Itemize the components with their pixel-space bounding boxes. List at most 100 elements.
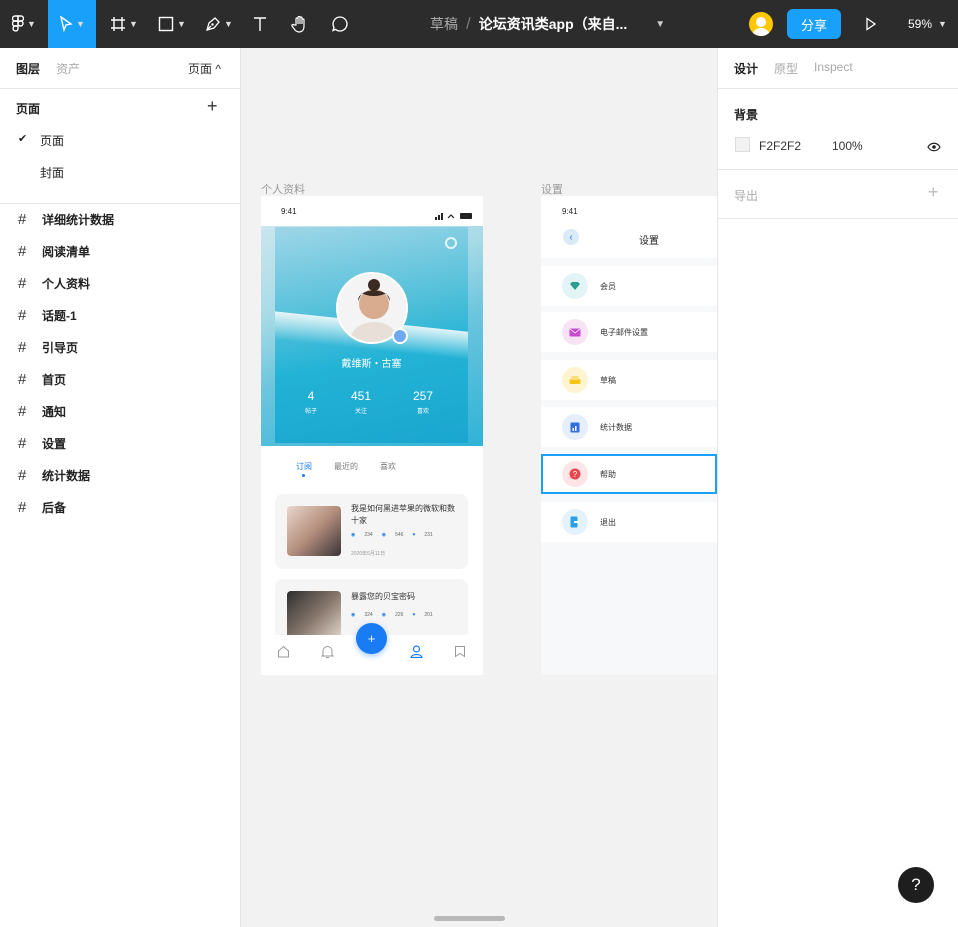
- layer-label: 引导页: [42, 340, 79, 355]
- main-menu-button[interactable]: ▼: [0, 0, 48, 48]
- frame-label-profile[interactable]: 个人资料: [261, 181, 305, 197]
- share-button[interactable]: 分享: [787, 9, 841, 39]
- shape-tool-button[interactable]: ▼: [152, 0, 192, 48]
- user-name: 戴维斯・古塞: [341, 359, 402, 370]
- stat-following[interactable]: 451 关注: [349, 389, 373, 415]
- comment-tool-button[interactable]: [326, 0, 354, 48]
- divider: [718, 169, 958, 170]
- layer-frame[interactable]: # 统计数据: [0, 459, 240, 491]
- settings-frame[interactable]: 9:41 ‹ 设置 会员 电子邮件设置 草稿 统计数据 ? 帮助 退出: [541, 196, 717, 675]
- shape-icon: [158, 16, 174, 32]
- hand-icon: [291, 15, 309, 33]
- settings-item-logout[interactable]: 退出: [541, 502, 717, 542]
- export-title: 导出: [734, 189, 759, 203]
- chevron-down-icon[interactable]: ▼: [655, 19, 665, 30]
- background-title: 背景: [734, 108, 759, 122]
- layer-label: 详细统计数据: [42, 212, 115, 227]
- help-button[interactable]: ?: [898, 867, 934, 903]
- settings-item-email[interactable]: 电子邮件设置: [541, 312, 717, 352]
- tab-design[interactable]: 设计: [734, 60, 758, 77]
- diamond-icon: [562, 273, 588, 299]
- add-page-icon[interactable]: +: [207, 96, 218, 117]
- settings-item-help[interactable]: ? 帮助: [541, 454, 717, 494]
- settings-gear-icon[interactable]: [445, 237, 457, 249]
- stat-label: 帖子: [304, 409, 317, 415]
- layer-frame[interactable]: # 话题-1: [0, 299, 240, 331]
- layer-label: 首页: [42, 372, 67, 387]
- layer-frame[interactable]: # 阅读清单: [0, 235, 240, 267]
- bg-hex-input[interactable]: F2F2F2: [759, 139, 801, 153]
- stat-posts[interactable]: 4 帖子: [299, 389, 323, 415]
- frame-icon: #: [18, 338, 27, 356]
- settings-item-label: 会员: [600, 281, 616, 291]
- comment-icon: [331, 15, 349, 33]
- mail-icon: [562, 319, 588, 345]
- chevron-down-icon: ▼: [177, 19, 186, 29]
- article-date: 2020年6月11日: [351, 551, 386, 557]
- frame-icon: #: [18, 210, 27, 228]
- canvas-scrollbar[interactable]: [434, 916, 505, 921]
- profile-nav-icon[interactable]: [410, 645, 423, 663]
- layer-frame[interactable]: # 首页: [0, 363, 240, 395]
- settings-item-stats[interactable]: 统计数据: [541, 407, 717, 447]
- stat-value: 4: [307, 389, 315, 403]
- add-export-icon[interactable]: +: [928, 182, 939, 203]
- add-post-button[interactable]: +: [356, 623, 387, 654]
- layer-frame[interactable]: # 通知: [0, 395, 240, 427]
- layer-frame[interactable]: # 个人资料: [0, 267, 240, 299]
- file-name[interactable]: 论坛资讯类app（来自...: [479, 14, 628, 34]
- present-button[interactable]: [858, 0, 884, 48]
- bg-opacity-input[interactable]: 100%: [832, 139, 863, 153]
- page-item[interactable]: 封面: [40, 164, 64, 181]
- tab-prototype[interactable]: 原型: [774, 60, 798, 77]
- tab-assets[interactable]: 资产: [56, 60, 80, 77]
- eye-icon[interactable]: [927, 139, 941, 157]
- layer-frame[interactable]: # 后备: [0, 491, 240, 523]
- camera-icon[interactable]: [392, 328, 408, 344]
- settings-item-member[interactable]: 会员: [541, 266, 717, 306]
- move-tool-button[interactable]: ▼: [48, 0, 96, 48]
- tab-subscribe[interactable]: 订阅: [296, 461, 312, 472]
- text-tool-button[interactable]: [246, 0, 274, 48]
- layer-frame[interactable]: # 详细统计数据: [0, 203, 240, 235]
- pen-tool-button[interactable]: ▼: [198, 0, 240, 48]
- layer-label: 阅读清单: [42, 244, 91, 259]
- settings-item-label: 电子邮件设置: [600, 327, 648, 337]
- frame-icon: #: [18, 370, 27, 388]
- stat-likes[interactable]: 257 喜欢: [411, 389, 435, 415]
- tab-inspect[interactable]: Inspect: [814, 60, 853, 74]
- chevron-down-icon: ▼: [27, 19, 36, 29]
- article-card[interactable]: 我是如何黑进苹果的微软和数十家 ◉ 234 ◉ 546 ♥ 231 2020年6月11…: [275, 494, 468, 569]
- home-icon[interactable]: [277, 645, 290, 663]
- pages-toggle[interactable]: 页面 ^: [188, 60, 221, 77]
- canvas[interactable]: 个人资料 设置 9:41 戴维斯・古塞 4 帖子 451 关注 257 喜欢 订阅 最…: [241, 48, 717, 927]
- article-title: 暴露您的贝宝密码: [351, 592, 415, 601]
- frame-icon: #: [18, 498, 27, 516]
- layer-frame[interactable]: # 设置: [0, 427, 240, 459]
- breadcrumb-drafts[interactable]: 草稿: [430, 14, 458, 34]
- bookmark-icon[interactable]: [454, 645, 466, 663]
- tab-layers[interactable]: 图层: [16, 60, 40, 77]
- divider: [718, 218, 958, 219]
- avatar[interactable]: [749, 12, 773, 36]
- bell-icon[interactable]: [320, 645, 335, 664]
- settings-item-label: 帮助: [600, 469, 616, 479]
- hand-tool-button[interactable]: [286, 0, 314, 48]
- comments-icon: ◉: [381, 532, 387, 538]
- frame-tool-button[interactable]: ▼: [104, 0, 144, 48]
- profile-frame[interactable]: 9:41 戴维斯・古塞 4 帖子 451 关注 257 喜欢 订阅 最近的 喜欢 我是…: [261, 196, 483, 675]
- views-icon: ◉: [351, 612, 356, 618]
- tab-liked[interactable]: 喜欢: [380, 461, 396, 472]
- page-item[interactable]: 页面: [40, 132, 64, 149]
- tab-recent[interactable]: 最近的: [334, 461, 358, 472]
- frame-label-settings[interactable]: 设置: [541, 181, 563, 197]
- profile-cover: 戴维斯・古塞 4 帖子 451 关注 257 喜欢: [275, 227, 468, 443]
- zoom-control[interactable]: 59% ▼: [908, 0, 947, 48]
- bg-color-swatch[interactable]: [735, 137, 750, 152]
- settings-header: [541, 196, 717, 258]
- back-icon[interactable]: ‹: [563, 229, 579, 245]
- settings-item-drafts[interactable]: 草稿: [541, 360, 717, 400]
- layer-frame[interactable]: # 引导页: [0, 331, 240, 363]
- article-thumbnail: [287, 506, 341, 556]
- frame-icon: #: [18, 402, 27, 420]
